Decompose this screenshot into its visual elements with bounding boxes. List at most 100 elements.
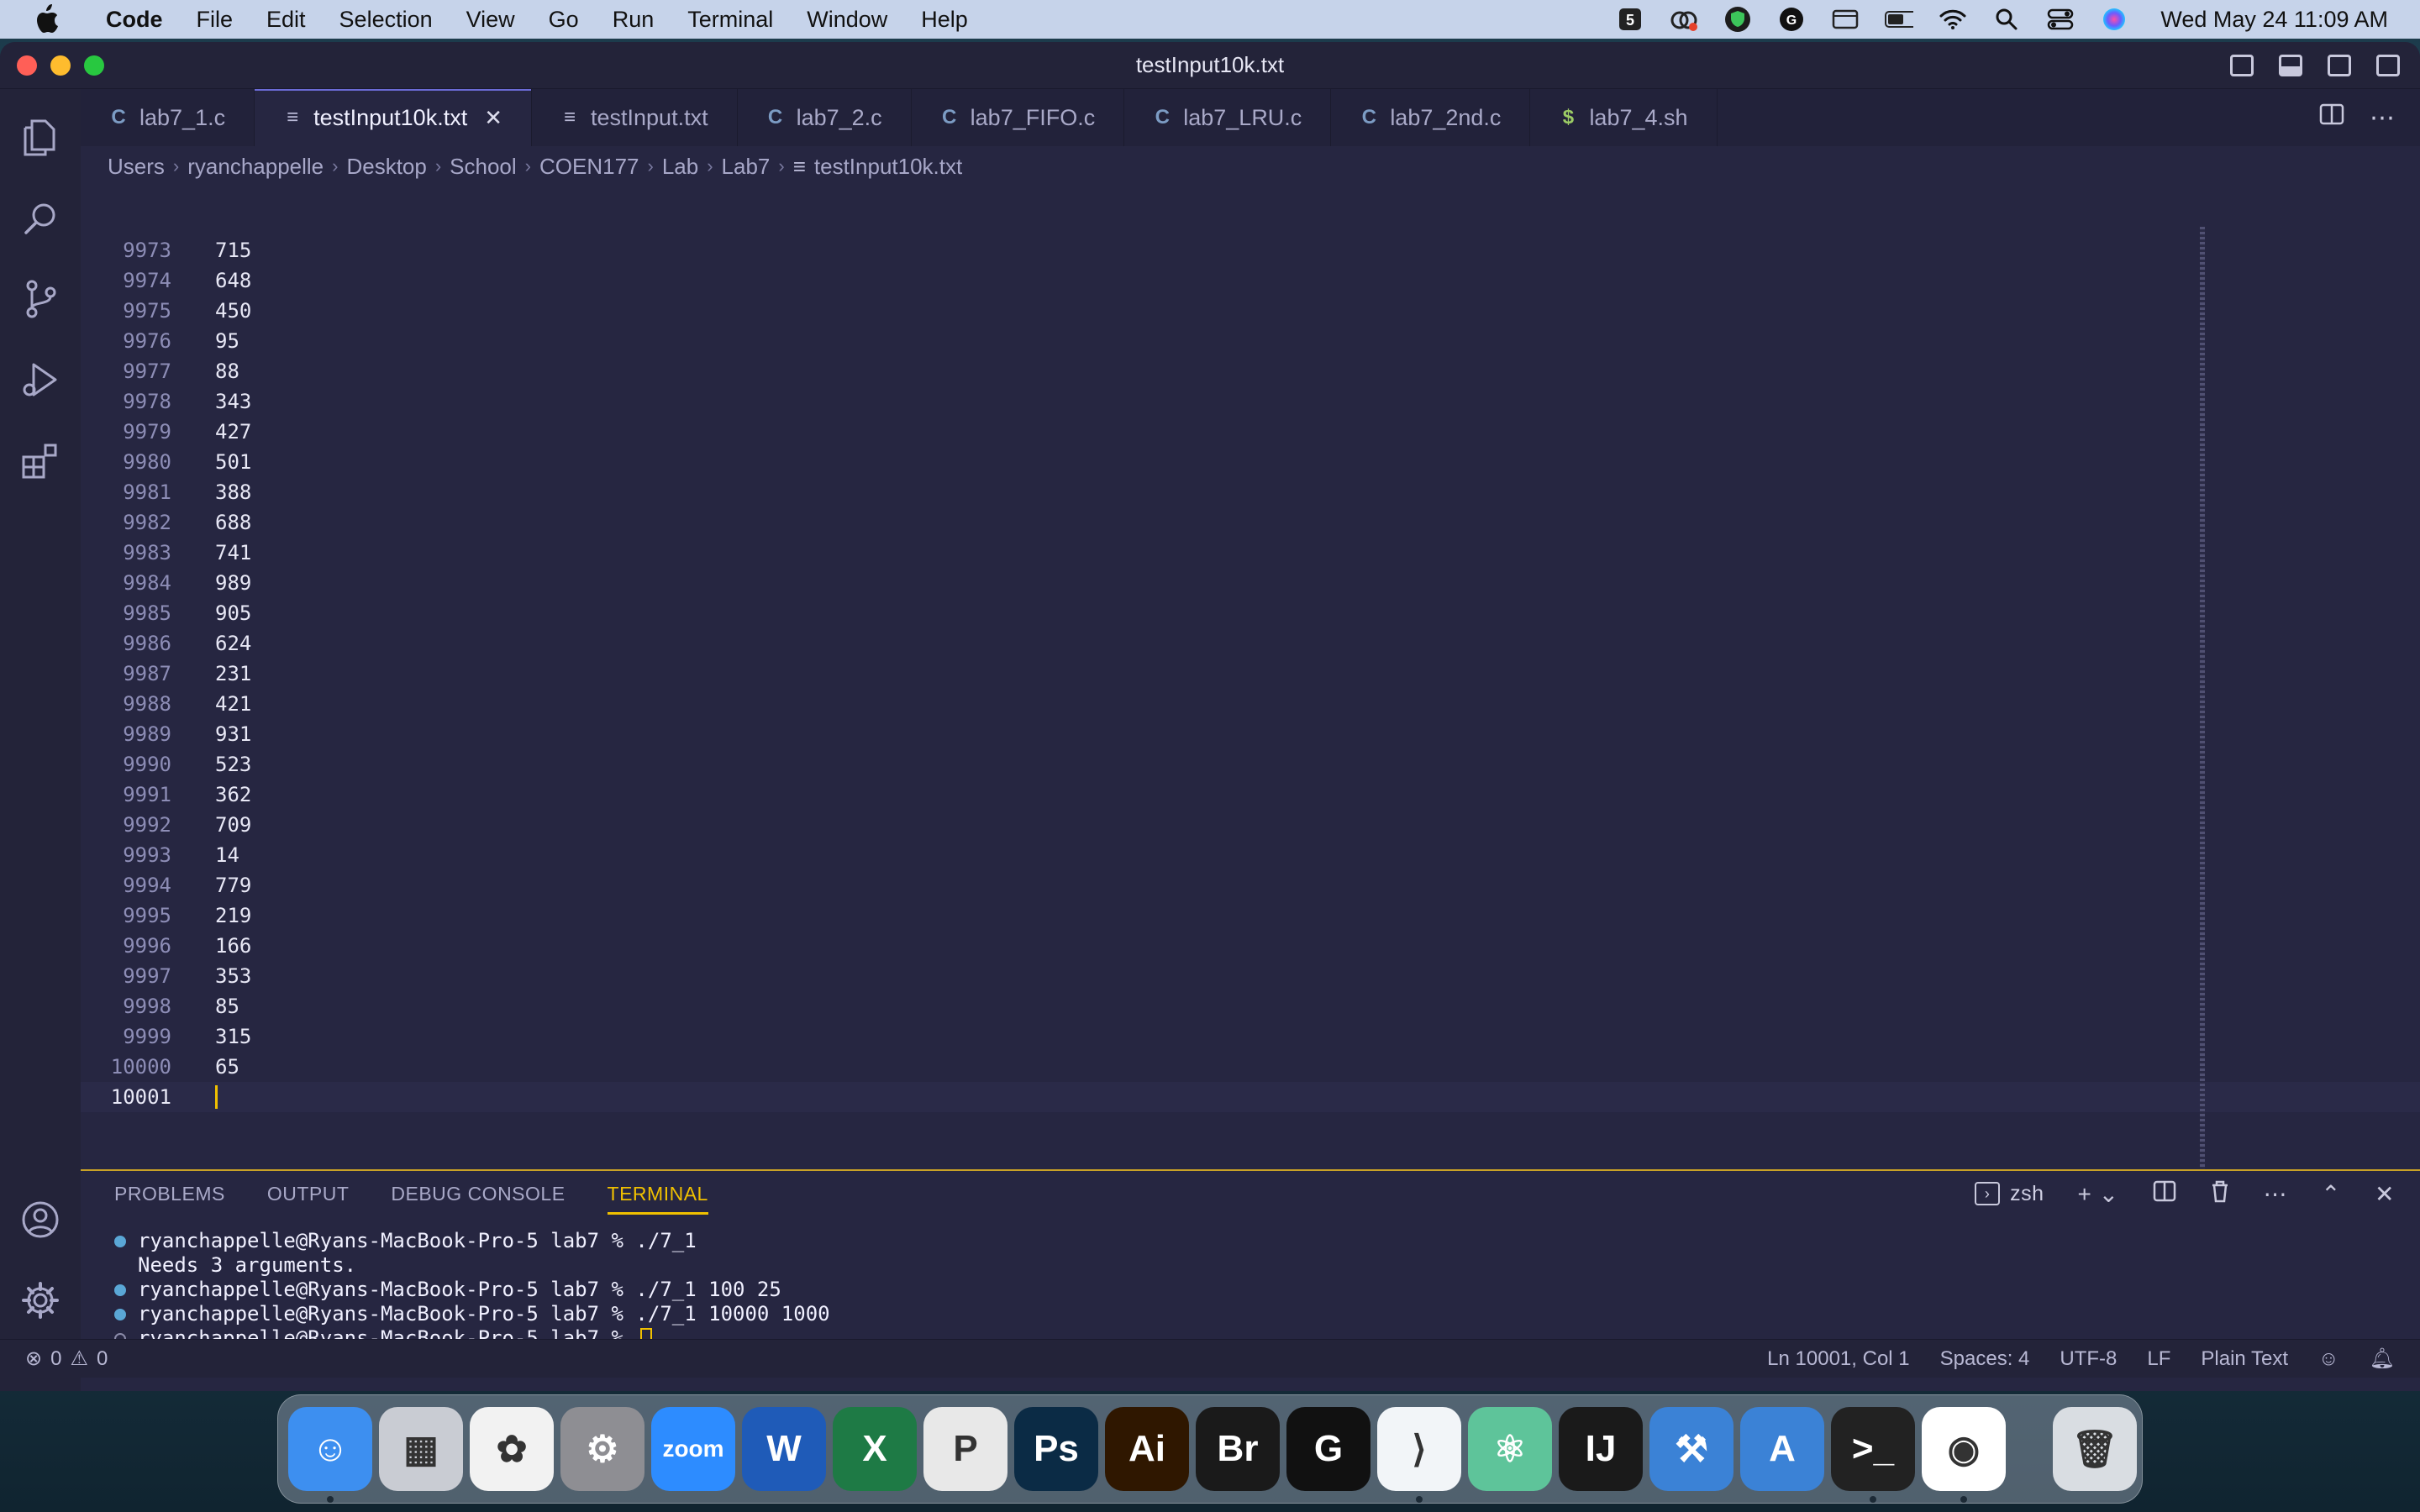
- toggle-primary-sidebar-icon[interactable]: [2230, 54, 2254, 76]
- editor-line[interactable]: 9974 648: [81, 265, 2420, 296]
- breadcrumb-item[interactable]: Desktop: [346, 154, 426, 180]
- logitech-icon[interactable]: G: [1286, 1407, 1370, 1491]
- tray-shield-icon[interactable]: [1723, 5, 1752, 34]
- editor-area[interactable]: 9973 715 9974 648 9975 450 9976 95 9977 88 9978 343…: [81, 186, 2420, 1211]
- minimize-window-button[interactable]: [50, 55, 71, 76]
- zoom-icon[interactable]: zoom: [651, 1407, 735, 1491]
- toggle-panel-icon[interactable]: [2279, 54, 2302, 76]
- illustrator-icon[interactable]: Ai: [1105, 1407, 1189, 1491]
- search-icon[interactable]: [0, 178, 81, 259]
- editor-line[interactable]: 9994 779: [81, 870, 2420, 900]
- editor-line[interactable]: 9987 231: [81, 659, 2420, 689]
- breadcrumb-item[interactable]: COEN177: [539, 154, 639, 180]
- new-terminal-icon[interactable]: + ⌄: [2077, 1180, 2118, 1208]
- chrome-icon[interactable]: ◉: [1922, 1407, 2006, 1503]
- photoshop-icon[interactable]: Ps: [1014, 1407, 1098, 1491]
- editor-line[interactable]: 9989 931: [81, 719, 2420, 749]
- breadcrumb-item[interactable]: School: [450, 154, 517, 180]
- panel-tab-debug-console[interactable]: DEBUG CONSOLE: [391, 1171, 565, 1216]
- customize-layout-icon[interactable]: [2376, 54, 2400, 76]
- notifications-bell-icon[interactable]: 🔔︎: [2370, 1347, 2395, 1371]
- intellij-icon[interactable]: IJ: [1559, 1407, 1643, 1491]
- editor-line[interactable]: 9990 523: [81, 749, 2420, 780]
- editor-line[interactable]: 9992 709: [81, 810, 2420, 840]
- editor-line[interactable]: 9979 427: [81, 417, 2420, 447]
- menu-help[interactable]: Help: [904, 7, 985, 33]
- menubar-clock[interactable]: Wed May 24 11:09 AM: [2160, 7, 2388, 33]
- vscode-icon[interactable]: ⟩: [1377, 1407, 1461, 1503]
- accounts-icon[interactable]: [0, 1179, 81, 1260]
- editor-line[interactable]: 10001: [81, 1082, 2420, 1112]
- xcode-icon[interactable]: ⚒: [1649, 1407, 1733, 1491]
- editor-line[interactable]: 9993 14: [81, 840, 2420, 870]
- editor-line[interactable]: 9983 741: [81, 538, 2420, 568]
- tab-testinput-txt[interactable]: ≡ testInput.txt: [532, 89, 738, 146]
- command-success-icon[interactable]: [114, 1278, 138, 1301]
- language-mode[interactable]: Plain Text: [2201, 1347, 2288, 1371]
- split-editor-icon[interactable]: [2319, 103, 2344, 132]
- editor-line[interactable]: 9997 353: [81, 961, 2420, 991]
- menu-run[interactable]: Run: [596, 7, 671, 33]
- breadcrumb-item[interactable]: Lab7: [722, 154, 771, 180]
- tray-grammarly-icon[interactable]: G: [1777, 5, 1806, 34]
- editor-line[interactable]: 9998 85: [81, 991, 2420, 1021]
- editor-line[interactable]: 9985 905: [81, 598, 2420, 628]
- editor-line[interactable]: 9991 362: [81, 780, 2420, 810]
- tray-5-icon[interactable]: 5: [1616, 5, 1644, 34]
- editor-line[interactable]: 9978 343: [81, 386, 2420, 417]
- menu-terminal[interactable]: Terminal: [671, 7, 790, 33]
- atom-icon[interactable]: ⚛: [1468, 1407, 1552, 1491]
- close-window-button[interactable]: [17, 55, 37, 76]
- tray-creative-cloud-icon[interactable]: [1670, 5, 1698, 34]
- settings-icon[interactable]: ⚙: [560, 1407, 644, 1491]
- word-icon[interactable]: W: [742, 1407, 826, 1491]
- tab-lab7-2nd-c[interactable]: C lab7_2nd.c: [1331, 89, 1531, 146]
- menu-selection[interactable]: Selection: [323, 7, 450, 33]
- photos-icon[interactable]: ✿: [470, 1407, 554, 1491]
- spotlight-search-icon[interactable]: [1992, 5, 2021, 34]
- apple-menu-icon[interactable]: [30, 3, 64, 36]
- toggle-secondary-sidebar-icon[interactable]: [2328, 54, 2351, 76]
- editor-line[interactable]: 9984 989: [81, 568, 2420, 598]
- tab-lab7-4-sh[interactable]: $ lab7_4.sh: [1530, 89, 1718, 146]
- explorer-icon[interactable]: [0, 97, 81, 178]
- breadcrumb-item[interactable]: Users: [108, 154, 165, 180]
- extensions-icon[interactable]: [0, 420, 81, 501]
- more-actions-icon[interactable]: ⋯: [2370, 103, 2395, 133]
- more-actions-icon[interactable]: ⋯: [2264, 1180, 2288, 1208]
- split-terminal-icon[interactable]: [2153, 1180, 2176, 1208]
- editor-line[interactable]: 9999 315: [81, 1021, 2420, 1052]
- menu-view[interactable]: View: [450, 7, 532, 33]
- encoding[interactable]: UTF-8: [2060, 1347, 2117, 1371]
- terminal-output[interactable]: ryanchappelle@Ryans-MacBook-Pro-5 lab7 %…: [81, 1216, 2420, 1350]
- finder-icon[interactable]: ☺: [288, 1407, 372, 1503]
- close-tab-icon[interactable]: ✕: [484, 105, 502, 131]
- end-of-line[interactable]: LF: [2147, 1347, 2170, 1371]
- editor-line[interactable]: 9986 624: [81, 628, 2420, 659]
- feedback-icon[interactable]: ☺: [2318, 1347, 2339, 1371]
- indentation[interactable]: Spaces: 4: [1940, 1347, 2030, 1371]
- editor-line[interactable]: 9982 688: [81, 507, 2420, 538]
- simulator-icon[interactable]: A: [1740, 1407, 1824, 1491]
- editor-line[interactable]: 9975 450: [81, 296, 2420, 326]
- siri-icon[interactable]: [2100, 5, 2128, 34]
- problems-status[interactable]: ⊗ 0 ⚠ 0: [0, 1347, 108, 1371]
- terminal-icon[interactable]: >_: [1831, 1407, 1915, 1503]
- editor-line[interactable]: 9980 501: [81, 447, 2420, 477]
- panel-tab-problems[interactable]: PROBLEMS: [114, 1171, 225, 1216]
- control-center-icon[interactable]: [2046, 5, 2075, 34]
- menu-app-name[interactable]: Code: [89, 7, 180, 33]
- terminal-shell-selector[interactable]: › zsh: [1975, 1182, 2044, 1206]
- breadcrumb-item[interactable]: ryanchappelle: [187, 154, 324, 180]
- run-debug-icon[interactable]: [0, 339, 81, 420]
- editor-line[interactable]: 9977 88: [81, 356, 2420, 386]
- menu-file[interactable]: File: [180, 7, 250, 33]
- menu-edit[interactable]: Edit: [250, 7, 323, 33]
- close-panel-icon[interactable]: ✕: [2375, 1180, 2395, 1208]
- editor-line[interactable]: 9976 95: [81, 326, 2420, 356]
- battery-icon[interactable]: [1885, 5, 1914, 34]
- source-control-icon[interactable]: [0, 259, 81, 339]
- editor-line[interactable]: 9996 166: [81, 931, 2420, 961]
- panel-tab-terminal[interactable]: TERMINAL: [607, 1171, 709, 1216]
- maximize-panel-icon[interactable]: ⌃: [2321, 1180, 2341, 1208]
